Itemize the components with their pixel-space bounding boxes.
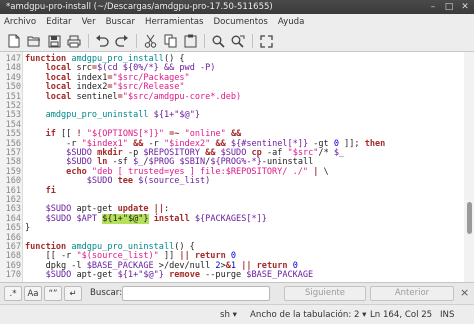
cursor-position: Ln 164, Col 25	[370, 310, 433, 320]
code-line[interactable]: 170 $SUDO apt-get ${1+"$@"} remove --pur…	[0, 270, 464, 281]
redo-icon[interactable]	[114, 33, 130, 49]
toolbar-separator	[88, 34, 89, 48]
menu-ver[interactable]: Ver	[82, 17, 96, 27]
regex-toggle-icon[interactable]: .*	[4, 286, 22, 301]
menu-herramientas[interactable]: Herramientas	[145, 17, 204, 27]
match-case-icon[interactable]: Aa	[24, 286, 42, 301]
cut-icon[interactable]	[142, 33, 158, 49]
copy-icon[interactable]	[162, 33, 178, 49]
menu-bar: Archivo Editar Ver Buscar Herramientas D…	[0, 14, 474, 30]
whole-word-icon[interactable]: “”	[44, 286, 62, 301]
print-icon[interactable]	[66, 33, 82, 49]
new-file-icon[interactable]	[6, 33, 22, 49]
find-input[interactable]	[122, 286, 270, 301]
menu-ayuda[interactable]: Ayuda	[278, 17, 305, 27]
minimize-icon[interactable]: –	[428, 0, 438, 14]
fullscreen-icon[interactable]	[258, 33, 274, 49]
toolbar-separator	[136, 34, 137, 48]
toolbar-separator	[252, 34, 253, 48]
menu-archivo[interactable]: Archivo	[4, 17, 36, 27]
title-bar: *amdgpu-pro-install (~/Descargas/amdgpu-…	[0, 0, 474, 14]
line-number: 170	[5, 270, 21, 281]
undo-icon[interactable]	[94, 33, 110, 49]
find-bar: .* Aa “” ↵ Buscar: Siguiente Anterior ×	[0, 282, 474, 304]
open-icon[interactable]	[26, 33, 42, 49]
maximize-icon[interactable]: □	[444, 0, 454, 14]
language-selector[interactable]: sh ▾	[220, 310, 237, 320]
close-findbar-icon[interactable]: ×	[460, 286, 469, 299]
find-previous-button[interactable]: Anterior	[370, 286, 454, 301]
toolbar	[0, 30, 474, 52]
search-icon[interactable]	[210, 33, 226, 49]
save-icon[interactable]	[46, 33, 62, 49]
code-editor[interactable]: 147 function amdgpu_pro_install() {148 lo…	[0, 52, 474, 282]
insert-mode: INS	[440, 310, 455, 320]
find-label: Buscar:	[90, 288, 123, 298]
close-window-icon[interactable]: ✕	[460, 0, 470, 14]
menu-documentos[interactable]: Documentos	[214, 17, 268, 27]
replace-icon[interactable]	[230, 33, 246, 49]
wrap-around-icon[interactable]: ↵	[64, 286, 82, 301]
status-bar: sh ▾ Ancho de la tabulación: 2 ▾ Ln 164,…	[0, 304, 474, 324]
toolbar-separator	[204, 34, 205, 48]
find-next-button[interactable]: Siguiente	[284, 286, 366, 301]
tab-width-selector[interactable]: Ancho de la tabulación: 2 ▾	[250, 310, 367, 320]
scrollbar-thumb[interactable]	[467, 202, 472, 234]
window-title: *amdgpu-pro-install (~/Descargas/amdgpu-…	[6, 2, 273, 12]
code-text: $SUDO apt-get ${1+"$@"} remove --purge $…	[45, 270, 314, 281]
menu-editar[interactable]: Editar	[46, 17, 71, 27]
vertical-scrollbar[interactable]	[464, 52, 474, 282]
paste-icon[interactable]	[182, 33, 198, 49]
menu-buscar[interactable]: Buscar	[106, 17, 135, 27]
